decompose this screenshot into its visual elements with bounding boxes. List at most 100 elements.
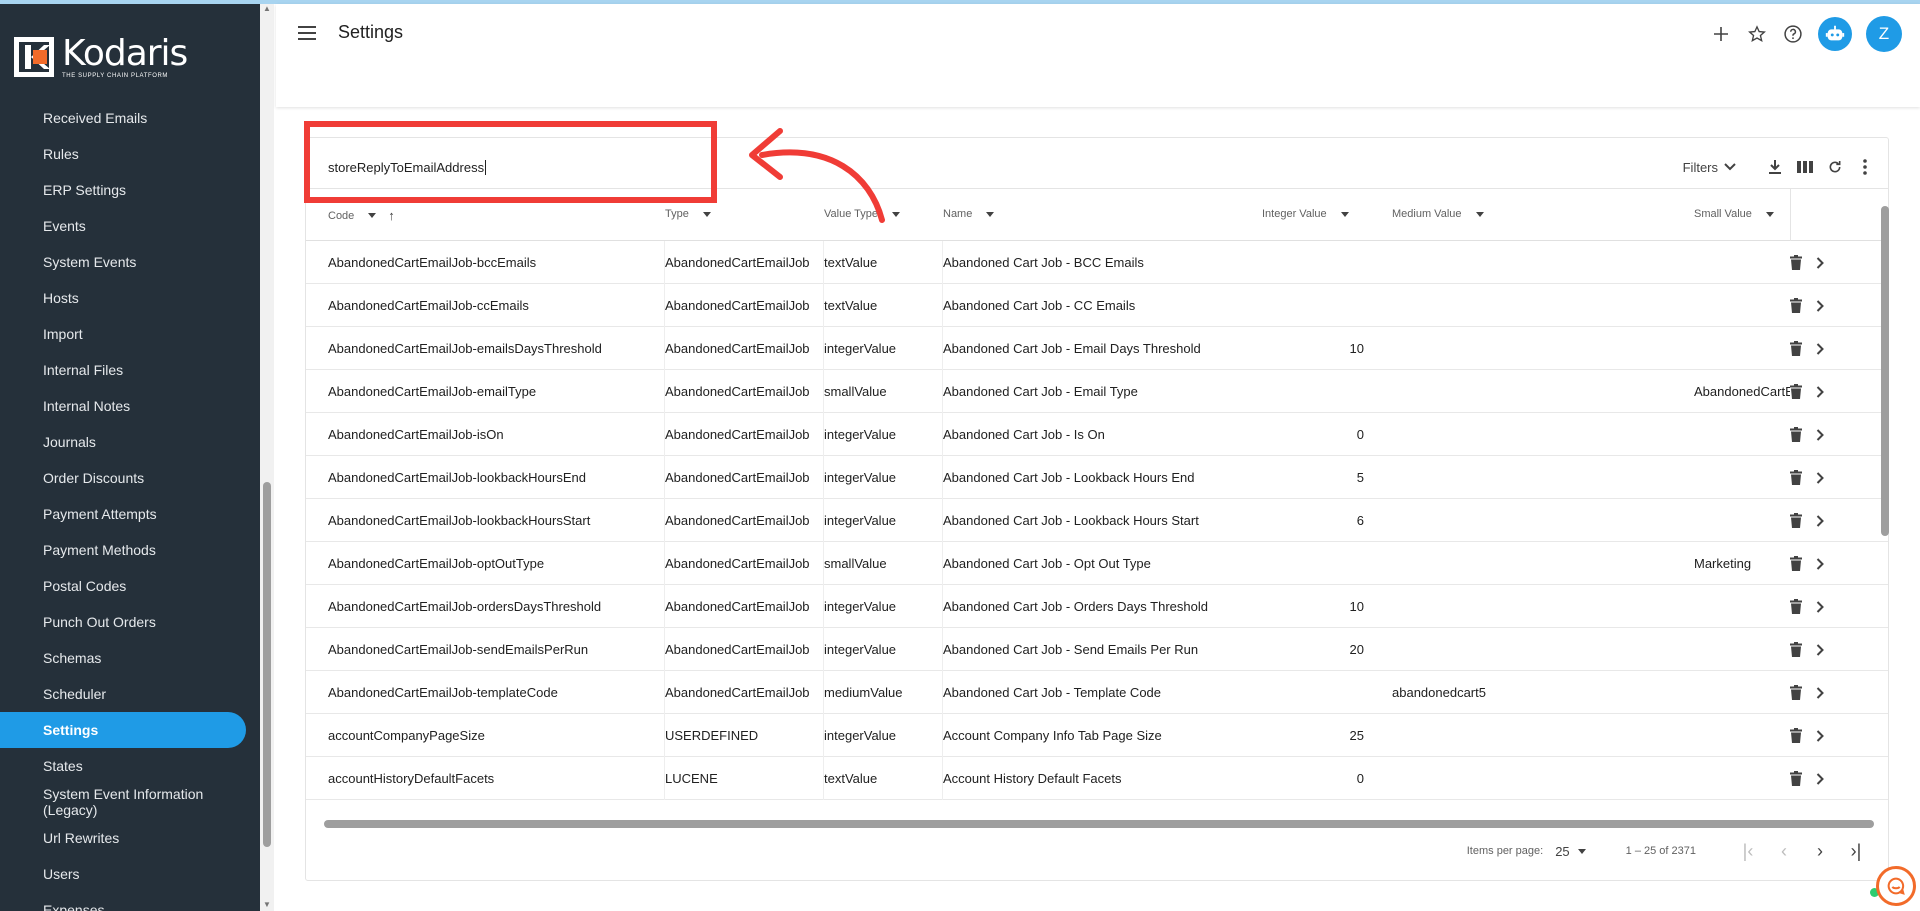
chevron-right-icon[interactable] bbox=[1816, 600, 1824, 613]
table-vertical-scrollbar[interactable] bbox=[1880, 192, 1890, 798]
refresh-icon[interactable] bbox=[1826, 158, 1844, 176]
chevron-right-icon[interactable] bbox=[1816, 256, 1824, 269]
table-row[interactable]: AbandonedCartEmailJob-emailType Abandoned… bbox=[306, 370, 1888, 413]
next-page-icon[interactable]: › bbox=[1802, 841, 1838, 862]
star-icon[interactable] bbox=[1746, 23, 1768, 45]
delete-icon[interactable] bbox=[1790, 341, 1802, 356]
chevron-right-icon[interactable] bbox=[1816, 643, 1824, 656]
help-icon[interactable] bbox=[1782, 23, 1804, 45]
sidebar-item-payment-attempts[interactable]: Payment Attempts bbox=[0, 496, 246, 532]
column-header-code[interactable]: Code ↑ bbox=[328, 208, 395, 223]
hamburger-menu-icon[interactable] bbox=[298, 26, 316, 40]
sort-menu-icon[interactable] bbox=[986, 211, 995, 217]
scroll-up-arrow-icon[interactable]: ▲ bbox=[263, 4, 271, 13]
sidebar-item-events[interactable]: Events bbox=[0, 208, 246, 244]
chat-support-icon[interactable] bbox=[1876, 866, 1916, 906]
chevron-right-icon[interactable] bbox=[1816, 385, 1824, 398]
sidebar-item-schemas[interactable]: Schemas bbox=[0, 640, 246, 676]
previous-page-icon[interactable]: ‹ bbox=[1766, 841, 1802, 862]
sidebar-item-order-discounts[interactable]: Order Discounts bbox=[0, 460, 246, 496]
column-header-name[interactable]: Name bbox=[943, 208, 995, 220]
sidebar-item-punch-out-orders[interactable]: Punch Out Orders bbox=[0, 604, 246, 640]
table-row[interactable]: AbandonedCartEmailJob-ordersDaysThreshol… bbox=[306, 585, 1888, 628]
table-row[interactable]: AbandonedCartEmailJob-sendEmailsPerRun Ab… bbox=[306, 628, 1888, 671]
table-row[interactable]: accountHistoryDefaultFacets LUCENE textVal… bbox=[306, 757, 1888, 800]
sidebar-item-received-emails[interactable]: Received Emails bbox=[0, 100, 246, 136]
delete-icon[interactable] bbox=[1790, 685, 1802, 700]
sidebar-item-system-event-information-legacy[interactable]: System Event Information (Legacy) bbox=[0, 784, 246, 820]
table-row[interactable]: AbandonedCartEmailJob-templateCode Abando… bbox=[306, 671, 1888, 714]
table-row[interactable]: AbandonedCartEmailJob-ccEmails AbandonedC… bbox=[306, 284, 1888, 327]
table-row[interactable]: AbandonedCartEmailJob-emailsDaysThreshol… bbox=[306, 327, 1888, 370]
sort-menu-icon[interactable] bbox=[1765, 211, 1774, 217]
sort-menu-icon[interactable] bbox=[702, 211, 711, 217]
delete-icon[interactable] bbox=[1790, 599, 1802, 614]
sidebar-item-journals[interactable]: Journals bbox=[0, 424, 246, 460]
sidebar-item-url-rewrites[interactable]: Url Rewrites bbox=[0, 820, 246, 856]
table-row[interactable]: AbandonedCartEmailJob-isOn AbandonedCartE… bbox=[306, 413, 1888, 456]
delete-icon[interactable] bbox=[1790, 384, 1802, 399]
sidebar-item-expenses[interactable]: Expenses bbox=[0, 892, 246, 911]
items-per-page-select[interactable]: 25 bbox=[1555, 844, 1586, 859]
sidebar-item-users[interactable]: Users bbox=[0, 856, 246, 892]
column-header-small-value[interactable]: Small Value bbox=[1694, 208, 1774, 220]
delete-icon[interactable] bbox=[1790, 642, 1802, 657]
user-avatar[interactable]: Z bbox=[1866, 16, 1902, 52]
delete-icon[interactable] bbox=[1790, 470, 1802, 485]
assistant-bot-icon[interactable] bbox=[1818, 17, 1852, 51]
column-header-medium-value[interactable]: Medium Value bbox=[1392, 208, 1484, 220]
chevron-right-icon[interactable] bbox=[1816, 557, 1824, 570]
add-icon[interactable] bbox=[1710, 23, 1732, 45]
sidebar-item-hosts[interactable]: Hosts bbox=[0, 280, 246, 316]
sidebar-item-internal-files[interactable]: Internal Files bbox=[0, 352, 246, 388]
more-vert-icon[interactable] bbox=[1856, 158, 1874, 176]
sidebar-item-settings[interactable]: Settings bbox=[0, 712, 246, 748]
sidebar-item-internal-notes[interactable]: Internal Notes bbox=[0, 388, 246, 424]
sidebar-scroll-thumb[interactable] bbox=[263, 482, 271, 847]
chevron-right-icon[interactable] bbox=[1816, 471, 1824, 484]
columns-icon[interactable] bbox=[1796, 158, 1814, 176]
sidebar-item-rules[interactable]: Rules bbox=[0, 136, 246, 172]
sort-menu-icon[interactable] bbox=[1475, 211, 1484, 217]
chevron-right-icon[interactable] bbox=[1816, 729, 1824, 742]
delete-icon[interactable] bbox=[1790, 298, 1802, 313]
delete-icon[interactable] bbox=[1790, 771, 1802, 786]
table-horizontal-scrollbar[interactable] bbox=[310, 818, 1882, 830]
filters-dropdown[interactable]: Filters bbox=[1683, 160, 1736, 175]
sidebar-item-states[interactable]: States bbox=[0, 748, 246, 784]
sort-menu-icon[interactable] bbox=[1340, 211, 1349, 217]
download-icon[interactable] bbox=[1766, 158, 1784, 176]
delete-icon[interactable] bbox=[1790, 556, 1802, 571]
kodaris-logo[interactable]: Kodaris THE SUPPLY CHAIN PLATFORM bbox=[14, 32, 188, 82]
table-horizontal-scroll-thumb[interactable] bbox=[324, 820, 1874, 828]
table-row[interactable]: AbandonedCartEmailJob-lookbackHoursEnd Ab… bbox=[306, 456, 1888, 499]
last-page-icon[interactable]: ›| bbox=[1838, 841, 1874, 862]
delete-icon[interactable] bbox=[1790, 728, 1802, 743]
table-row[interactable]: AbandonedCartEmailJob-optOutType Abandone… bbox=[306, 542, 1888, 585]
column-header-type[interactable]: Type bbox=[665, 208, 711, 220]
sidebar-scrollbar[interactable]: ▲ ▼ bbox=[260, 4, 274, 911]
sort-menu-icon[interactable] bbox=[368, 213, 377, 218]
delete-icon[interactable] bbox=[1790, 427, 1802, 442]
sidebar-item-postal-codes[interactable]: Postal Codes bbox=[0, 568, 246, 604]
sidebar-item-scheduler[interactable]: Scheduler bbox=[0, 676, 246, 712]
table-row[interactable]: AbandonedCartEmailJob-bccEmails Abandoned… bbox=[306, 241, 1888, 284]
chevron-right-icon[interactable] bbox=[1816, 299, 1824, 312]
sidebar-item-payment-methods[interactable]: Payment Methods bbox=[0, 532, 246, 568]
sidebar-item-erp-settings[interactable]: ERP Settings bbox=[0, 172, 246, 208]
sidebar-item-import[interactable]: Import bbox=[0, 316, 246, 352]
delete-icon[interactable] bbox=[1790, 513, 1802, 528]
delete-icon[interactable] bbox=[1790, 255, 1802, 270]
chevron-right-icon[interactable] bbox=[1816, 686, 1824, 699]
sort-ascending-icon[interactable]: ↑ bbox=[388, 208, 395, 223]
table-row[interactable]: AbandonedCartEmailJob-lookbackHoursStart… bbox=[306, 499, 1888, 542]
chevron-right-icon[interactable] bbox=[1816, 342, 1824, 355]
chevron-right-icon[interactable] bbox=[1816, 428, 1824, 441]
chevron-right-icon[interactable] bbox=[1816, 772, 1824, 785]
table-vertical-scroll-thumb[interactable] bbox=[1881, 206, 1889, 536]
table-row[interactable]: accountCompanyPageSize USERDEFINED integer… bbox=[306, 714, 1888, 757]
first-page-icon[interactable]: |‹ bbox=[1730, 841, 1766, 862]
scroll-down-arrow-icon[interactable]: ▼ bbox=[263, 900, 271, 909]
chevron-right-icon[interactable] bbox=[1816, 514, 1824, 527]
sidebar-item-system-events[interactable]: System Events bbox=[0, 244, 246, 280]
